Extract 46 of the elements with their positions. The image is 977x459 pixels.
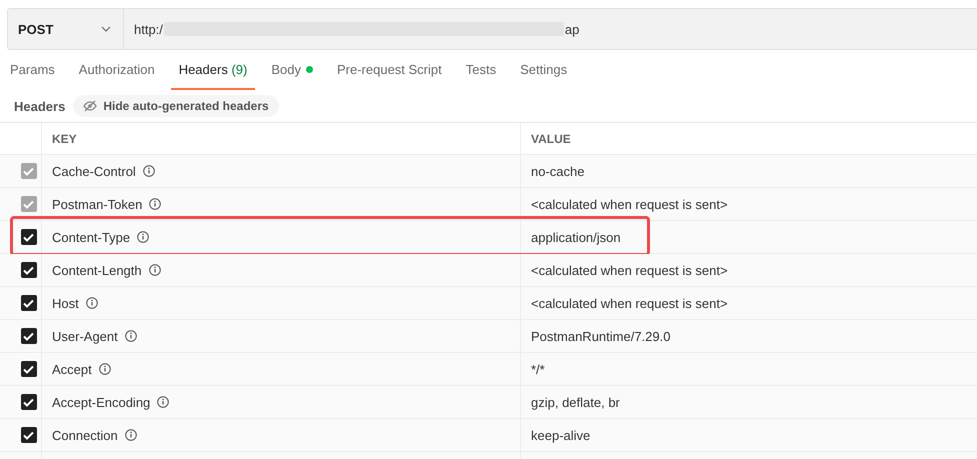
tab[interactable]: Settings xyxy=(512,50,576,90)
info-icon xyxy=(148,264,161,276)
tab[interactable]: Pre-request Script xyxy=(328,50,450,90)
tab[interactable]: Body xyxy=(263,50,321,90)
hide-headers-button[interactable]: Hide auto-generated headers xyxy=(73,95,279,117)
checkbox[interactable] xyxy=(20,361,36,377)
header-value: <calculated when request is sent> xyxy=(531,196,728,212)
header-value: */* xyxy=(531,362,545,376)
info-icon xyxy=(86,297,98,309)
header-key: Accept-Encoding xyxy=(52,394,150,410)
eye-slash-icon xyxy=(83,100,98,112)
info-icon xyxy=(124,330,137,342)
header-value: <calculated when request is sent> xyxy=(531,296,728,310)
header-key: Host xyxy=(52,296,79,310)
header-key: Content-Type xyxy=(52,230,130,244)
section-label: Headers xyxy=(14,98,66,114)
header-value: gzip, deflate, br xyxy=(531,394,620,410)
header-key: Accept xyxy=(52,362,92,376)
tab[interactable]: Authorization xyxy=(70,50,163,90)
header-key: Postman-Token xyxy=(52,196,142,212)
checkbox[interactable] xyxy=(20,229,36,245)
tab[interactable]: Params xyxy=(2,50,63,90)
header-key: Connection xyxy=(52,428,118,442)
header-value: application/json xyxy=(531,230,621,244)
header-key: Cache-Control xyxy=(52,164,136,178)
header-value: keep-alive xyxy=(531,428,590,442)
tab[interactable]: Tests xyxy=(458,50,504,90)
checkbox[interactable] xyxy=(20,295,36,311)
checkbox[interactable] xyxy=(20,262,36,278)
header-value: no-cache xyxy=(531,164,584,178)
tab[interactable]: Headers (9) xyxy=(170,50,256,90)
checkbox[interactable] xyxy=(20,328,36,344)
checkbox[interactable] xyxy=(20,427,36,443)
column-header: VALUE xyxy=(531,132,571,146)
info-icon xyxy=(124,429,137,441)
info-icon xyxy=(137,231,150,243)
header-key: User-Agent xyxy=(52,328,118,344)
column-header: KEY xyxy=(52,132,77,146)
info-icon xyxy=(98,363,111,375)
checkbox[interactable] xyxy=(20,394,36,410)
info-icon xyxy=(157,396,170,408)
header-value: PostmanRuntime/7.29.0 xyxy=(531,328,670,344)
header-key: Content-Length xyxy=(52,262,142,278)
info-icon xyxy=(149,198,162,210)
header-value: <calculated when request is sent> xyxy=(531,262,728,278)
info-icon xyxy=(142,165,155,177)
